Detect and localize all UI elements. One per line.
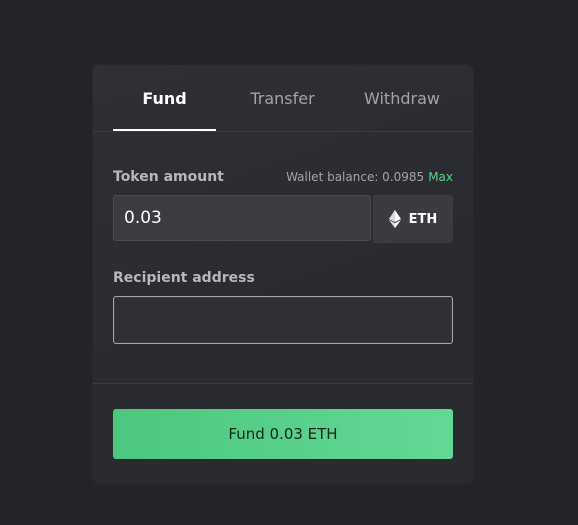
- fund-card: Fund Transfer Withdraw Token amount Wall…: [93, 65, 473, 483]
- tab-fund[interactable]: Fund: [113, 65, 216, 131]
- fund-button-label: Fund 0.03 ETH: [228, 425, 338, 443]
- wallet-balance: Wallet balance: 0.0985 Max: [286, 170, 453, 184]
- token-amount-label: Token amount: [113, 169, 224, 185]
- token-selector[interactable]: ETH: [373, 195, 453, 243]
- tab-withdraw[interactable]: Withdraw: [349, 65, 455, 131]
- tab-transfer[interactable]: Transfer: [230, 65, 335, 131]
- tab-bar: Fund Transfer Withdraw: [93, 65, 473, 132]
- ethereum-icon: [388, 210, 401, 228]
- active-tab-indicator: [113, 129, 216, 131]
- recipient-address-input[interactable]: [113, 296, 453, 344]
- section-divider: [93, 383, 473, 384]
- wallet-balance-text: Wallet balance: 0.0985: [286, 170, 425, 184]
- fund-button[interactable]: Fund 0.03 ETH: [113, 409, 453, 459]
- token-amount-input[interactable]: 0.03: [113, 195, 371, 241]
- max-button[interactable]: Max: [428, 170, 453, 184]
- recipient-address-label: Recipient address: [113, 270, 255, 286]
- token-symbol: ETH: [408, 211, 438, 227]
